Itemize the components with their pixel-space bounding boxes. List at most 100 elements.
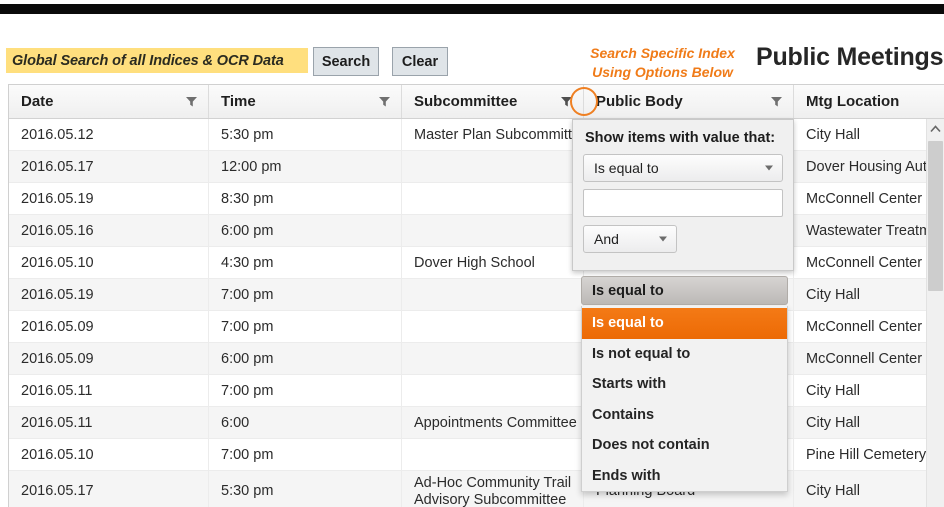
filter-funnel-icon-public-body[interactable] xyxy=(767,93,785,111)
cell-subcommittee xyxy=(402,439,584,470)
filter-logic-operator-value: And xyxy=(594,231,619,247)
column-header-mtg-location[interactable]: Mtg Location xyxy=(794,85,944,118)
chevron-up-icon[interactable] xyxy=(927,119,944,139)
filter-logic-operator-combobox[interactable]: And xyxy=(583,225,677,253)
global-search-label: Global Search of all Indices & OCR Data xyxy=(6,48,308,73)
table-row[interactable]: 2016.05.12 5:30 pm Master Plan Subcommitte… xyxy=(9,119,944,151)
table-row[interactable]: 2016.05.09 7:00 pm McConnell Center xyxy=(9,311,944,343)
app-root: Global Search of all Indices & OCR Data … xyxy=(0,0,944,507)
meetings-grid: Date Time Subcommittee Public Body Mtg L… xyxy=(8,84,944,507)
cell-mtg-location: McConnell Center xyxy=(806,350,923,367)
cell-time: 5:30 pm xyxy=(209,471,402,507)
search-specific-index-note: Search Specific Index Using Options Belo… xyxy=(575,44,750,82)
cell-mtg-location: City Hall xyxy=(806,382,860,399)
cell-time: 8:30 pm xyxy=(209,183,402,214)
filter-operator-2-value: Is equal to xyxy=(592,282,664,299)
table-row[interactable]: 2016.05.19 7:00 pm City Hall xyxy=(9,279,944,311)
column-header-subcommittee-label: Subcommittee xyxy=(414,93,518,110)
cell-mtg-location: City Hall xyxy=(806,286,860,303)
cell-date: 2016.05.11 xyxy=(9,375,209,406)
cell-date: 2016.05.16 xyxy=(9,215,209,246)
filter-operator-option-list: Is equal to Is not equal to Starts with Con… xyxy=(581,306,788,492)
filter-option[interactable]: Ends with xyxy=(582,461,787,492)
cell-date: 2016.05.19 xyxy=(9,183,209,214)
filter-option[interactable]: Is equal to xyxy=(582,308,787,339)
filter-option[interactable]: Does not contain xyxy=(582,430,787,461)
table-row[interactable]: 2016.05.11 6:00 Appointments Committee City… xyxy=(9,407,944,439)
cell-mtg-location: City Hall xyxy=(806,414,860,431)
column-header-mtg-location-label: Mtg Location xyxy=(806,93,900,110)
table-row[interactable]: 2016.05.10 7:00 pm Pine Hill Cemetery xyxy=(9,439,944,471)
cell-subcommittee: Dover High School xyxy=(402,247,584,278)
search-button[interactable]: Search xyxy=(313,47,379,76)
cell-date: 2016.05.19 xyxy=(9,279,209,310)
column-header-time-label: Time xyxy=(221,93,256,110)
filter-option[interactable]: Starts with xyxy=(582,369,787,400)
cell-time: 6:00 pm xyxy=(209,215,402,246)
cell-subcommittee: Appointments Committee xyxy=(402,407,584,438)
cell-subcommittee xyxy=(402,279,584,310)
cell-mtg-location: City Hall xyxy=(806,483,860,499)
filter-operator-2-combobox[interactable]: Is equal to xyxy=(581,276,788,305)
page-title: Public Meetings xyxy=(756,43,944,71)
column-header-public-body-label: Public Body xyxy=(596,93,683,110)
cell-date: 2016.05.17 xyxy=(9,151,209,182)
column-header-time[interactable]: Time xyxy=(209,85,402,118)
cell-subcommittee xyxy=(402,311,584,342)
column-header-public-body[interactable]: Public Body xyxy=(584,85,794,118)
cell-date: 2016.05.09 xyxy=(9,343,209,374)
cell-mtg-location: McConnell Center xyxy=(806,254,923,271)
browser-chrome-bar xyxy=(0,4,944,14)
column-header-date-label: Date xyxy=(21,93,54,110)
table-row[interactable]: 2016.05.09 6:00 pm McConnell Center xyxy=(9,343,944,375)
cell-time: 6:00 pm xyxy=(209,343,402,374)
cell-mtg-location: McConnell Center xyxy=(806,190,923,207)
table-row[interactable]: 2016.05.19 8:30 pm McConnell Center xyxy=(9,183,944,215)
cell-date: 2016.05.11 xyxy=(9,407,209,438)
vertical-scrollbar[interactable] xyxy=(926,119,944,507)
cell-date: 2016.05.17 xyxy=(9,471,209,507)
cell-date: 2016.05.10 xyxy=(9,247,209,278)
cell-subcommittee: Ad-Hoc Community Trail Advisory Subcommi… xyxy=(402,471,584,507)
filter-operator-1-value: Is equal to xyxy=(594,160,659,176)
cell-date: 2016.05.09 xyxy=(9,311,209,342)
cell-subcommittee xyxy=(402,183,584,214)
grid-header-row: Date Time Subcommittee Public Body Mtg L… xyxy=(9,85,944,119)
cell-mtg-location: Pine Hill Cemetery xyxy=(806,446,927,463)
filter-operator-2-dropdown: Is equal to Is equal to Is not equal to St… xyxy=(581,276,788,492)
grid-rows: 2016.05.12 5:30 pm Master Plan Subcommitte… xyxy=(9,119,944,507)
filter-option[interactable]: Contains xyxy=(582,400,787,431)
cell-time: 12:00 pm xyxy=(209,151,402,182)
cell-mtg-location: Dover Housing Author xyxy=(806,158,944,175)
filter-option[interactable]: Is not equal to xyxy=(582,339,787,370)
table-row[interactable]: 2016.05.17 5:30 pm Ad-Hoc Community Trail … xyxy=(9,471,944,507)
cell-time: 7:00 pm xyxy=(209,375,402,406)
cell-subcommittee xyxy=(402,375,584,406)
cell-time: 4:30 pm xyxy=(209,247,402,278)
cell-time: 5:30 pm xyxy=(209,119,402,150)
cell-mtg-location: City Hall xyxy=(806,126,860,143)
scrollbar-thumb[interactable] xyxy=(928,141,943,291)
cell-subcommittee xyxy=(402,215,584,246)
cell-subcommittee xyxy=(402,151,584,182)
clear-button[interactable]: Clear xyxy=(392,47,448,76)
cell-subcommittee: Master Plan Subcommittee xyxy=(402,119,584,150)
column-filter-panel: Show items with value that: Is equal to … xyxy=(572,119,794,271)
column-header-date[interactable]: Date xyxy=(9,85,209,118)
table-row[interactable]: 2016.05.11 7:00 pm City Hall xyxy=(9,375,944,407)
chevron-down-icon xyxy=(765,165,773,171)
filter-funnel-icon-subcommittee[interactable] xyxy=(557,93,575,111)
note-line-1: Search Specific Index xyxy=(590,45,735,61)
filter-value-1-input[interactable] xyxy=(583,189,783,217)
cell-mtg-location: Wastewater Treatmen xyxy=(806,222,944,239)
table-row[interactable]: 2016.05.17 12:00 pm Dover Housing Author xyxy=(9,151,944,183)
table-row[interactable]: 2016.05.16 6:00 pm Wastewater Treatmen xyxy=(9,215,944,247)
cell-time: 7:00 pm xyxy=(209,439,402,470)
filter-operator-1-combobox[interactable]: Is equal to xyxy=(583,154,783,182)
page-header: Global Search of all Indices & OCR Data … xyxy=(0,14,944,82)
column-header-subcommittee[interactable]: Subcommittee xyxy=(402,85,584,118)
cell-subcommittee xyxy=(402,343,584,374)
table-row[interactable]: 2016.05.10 4:30 pm Dover High School McConn… xyxy=(9,247,944,279)
filter-funnel-icon-date[interactable] xyxy=(182,93,200,111)
filter-funnel-icon-time[interactable] xyxy=(375,93,393,111)
